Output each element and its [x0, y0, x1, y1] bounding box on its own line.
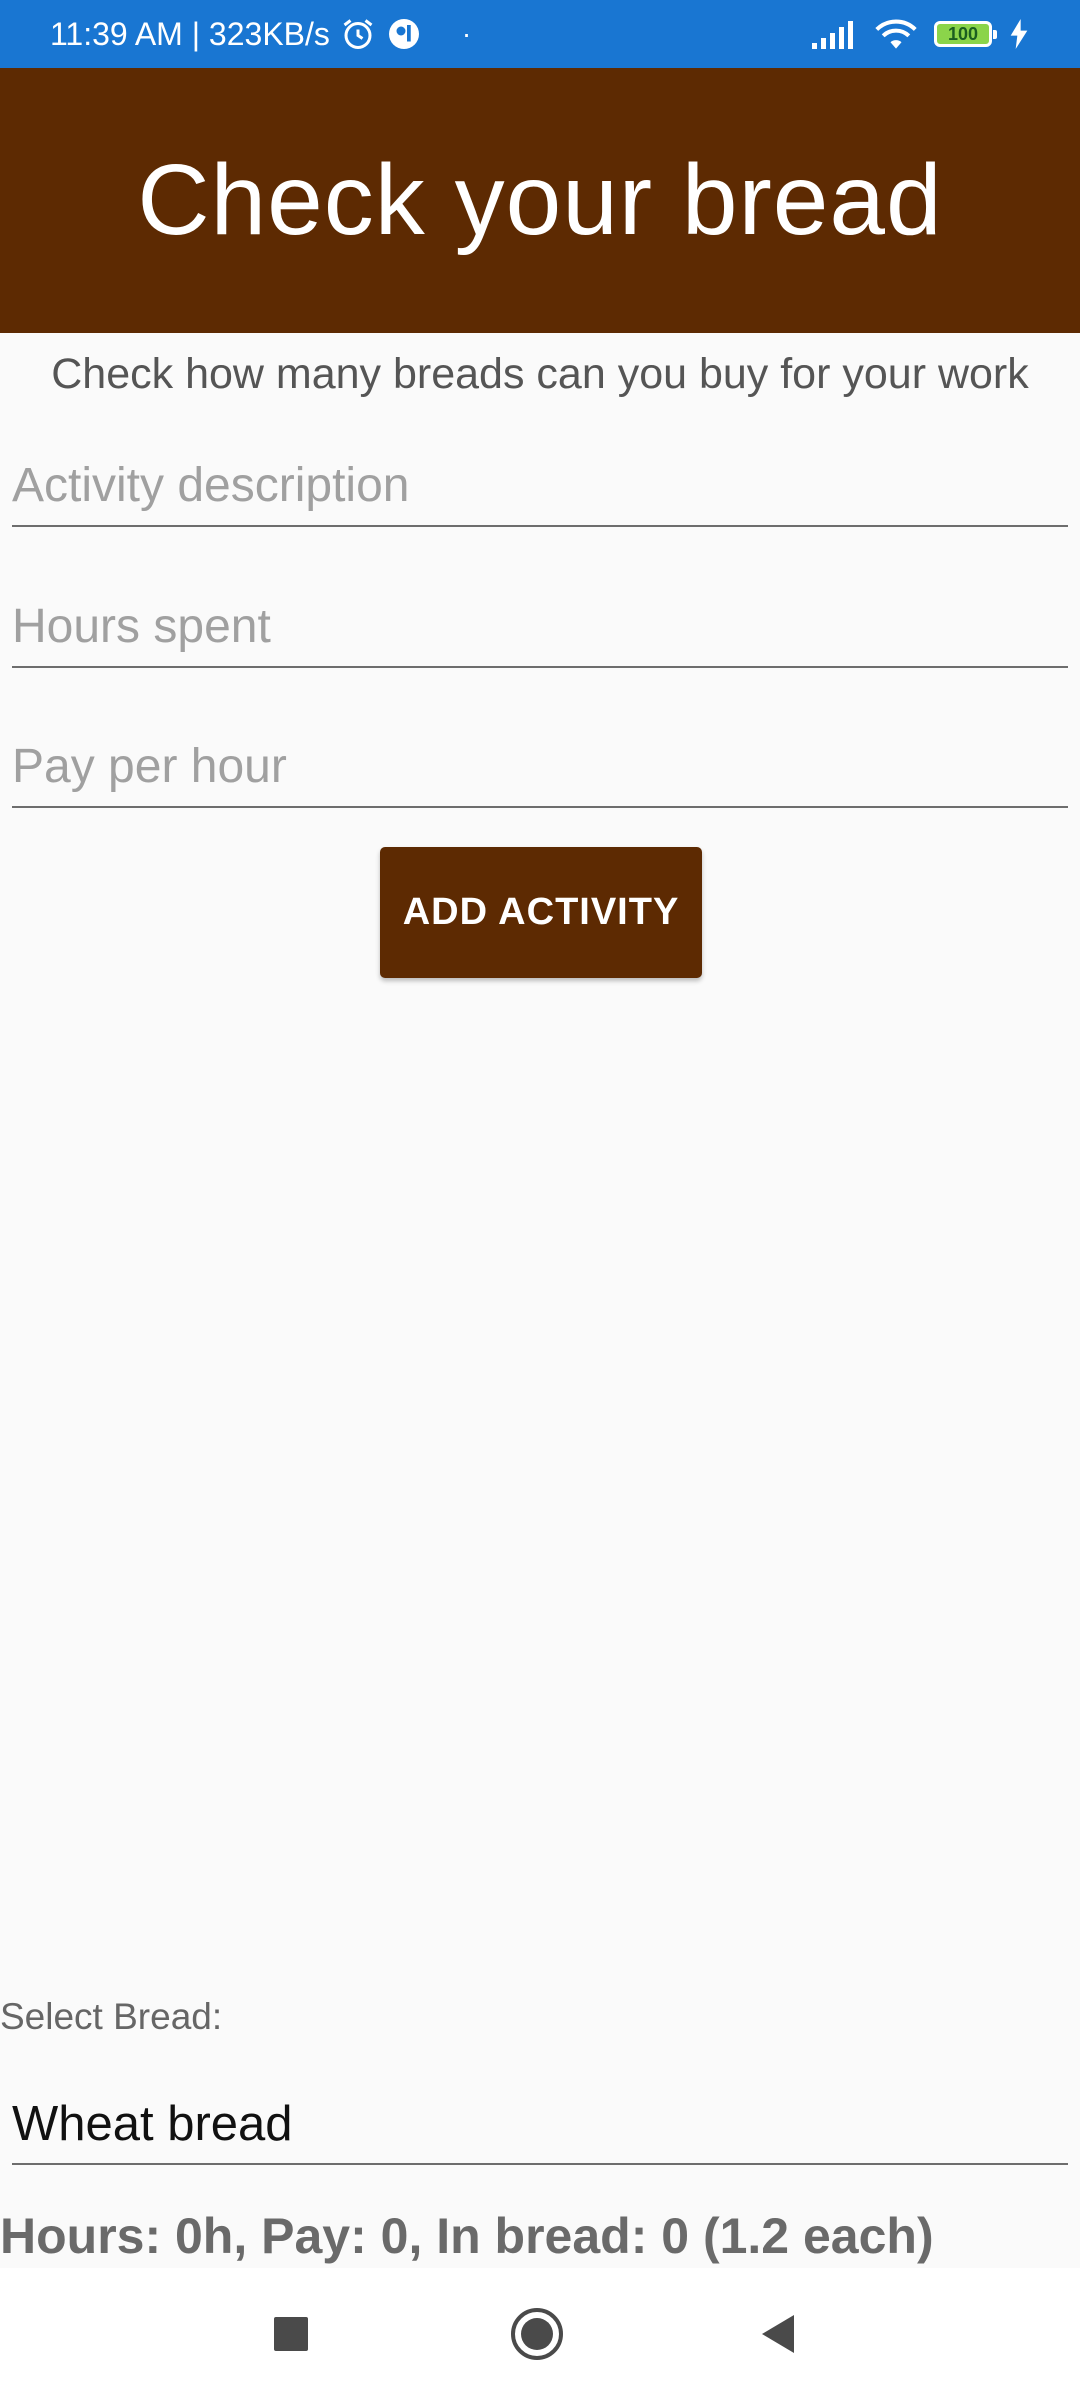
status-time-speed: 11:39 AM | 323KB/s: [50, 15, 330, 52]
activity-description-field-container: [12, 445, 1068, 527]
app-bar: Check your bread: [0, 68, 1080, 333]
charging-icon: [1008, 19, 1030, 49]
hours-spent-input[interactable]: [12, 586, 1068, 666]
wifi-icon: [874, 17, 918, 51]
page-subtitle: Check how many breads can you buy for yo…: [51, 350, 1029, 398]
app-notification-icon: [386, 16, 422, 52]
status-dot: ·: [461, 18, 472, 49]
status-bar: 11:39 AM | 323KB/s · 100: [0, 0, 1080, 68]
activity-description-input[interactable]: [12, 445, 1068, 525]
status-left: 11:39 AM | 323KB/s ·: [50, 16, 471, 53]
navigation-bar: [0, 2268, 1080, 2400]
back-icon[interactable]: [718, 2268, 838, 2400]
add-activity-button-label: ADD ACTIVITY: [402, 891, 680, 933]
battery-level: 100: [947, 23, 979, 44]
summary-text: Hours: 0h, Pay: 0, In bread: 0 (1.2 each…: [0, 2208, 934, 2264]
alarm-icon: [340, 16, 376, 52]
signal-icon: [810, 19, 858, 49]
recents-icon[interactable]: [231, 2268, 351, 2400]
hours-spent-field-container: [12, 586, 1068, 668]
battery-icon: 100: [934, 21, 997, 47]
bread-select[interactable]: Wheat bread: [12, 2085, 1068, 2165]
app-title: Check your bread: [137, 144, 943, 256]
home-icon[interactable]: [477, 2268, 597, 2400]
bread-select-value: Wheat bread: [12, 2097, 293, 2151]
select-bread-label: Select Bread:: [0, 1996, 223, 2037]
pay-per-hour-field-container: [12, 726, 1068, 808]
pay-per-hour-input[interactable]: [12, 726, 1068, 806]
status-right: 100: [810, 17, 1030, 51]
add-activity-button[interactable]: ADD ACTIVITY: [380, 847, 702, 978]
